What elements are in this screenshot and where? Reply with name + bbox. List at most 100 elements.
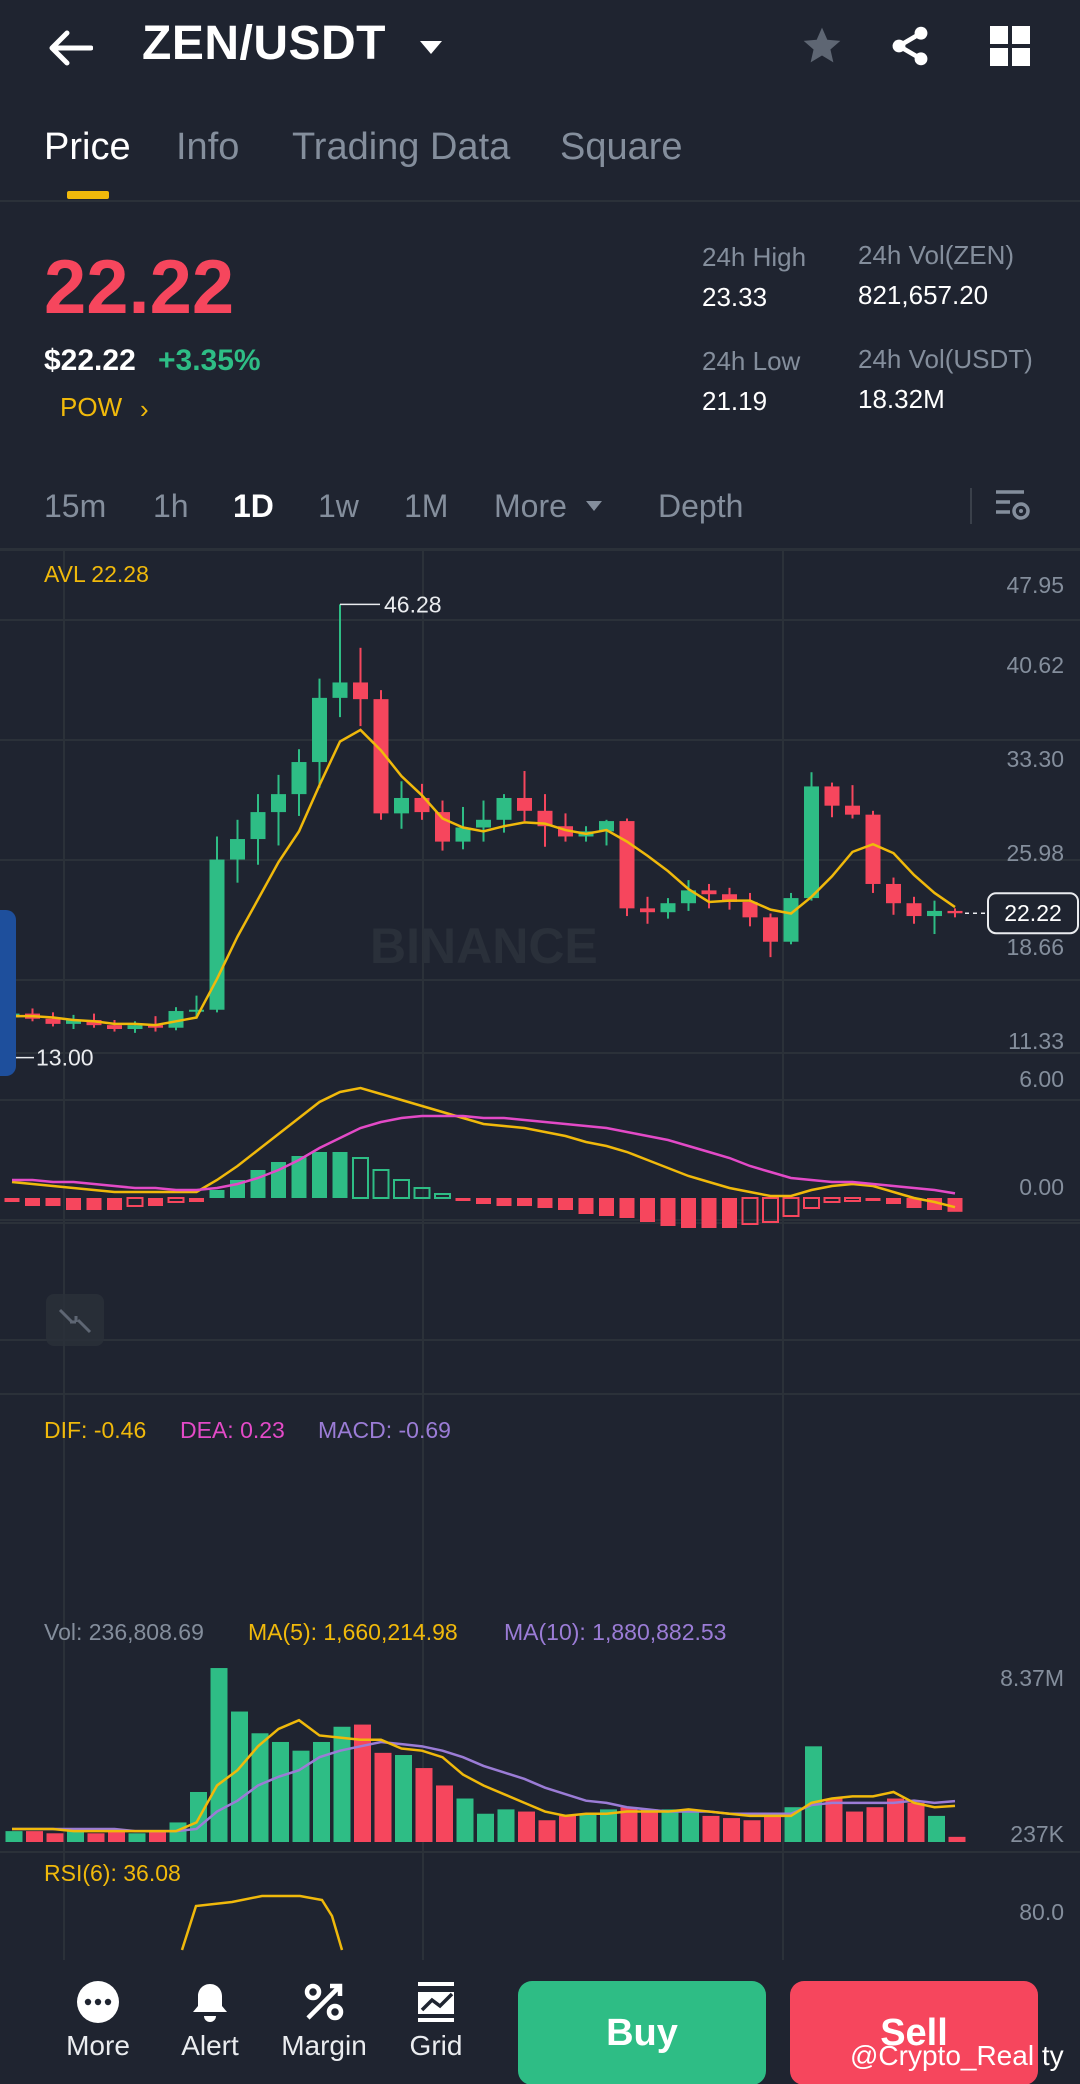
interval-15m[interactable]: 15m xyxy=(44,488,106,525)
candle-body xyxy=(927,910,942,917)
volume-bar xyxy=(661,1809,679,1842)
y-tick-label: 18.66 xyxy=(1006,934,1064,960)
tab-info[interactable]: Info xyxy=(176,126,239,169)
volume-bar xyxy=(887,1798,904,1842)
grid-button[interactable]: Grid xyxy=(386,1978,486,2062)
arrow-left-icon xyxy=(49,30,93,66)
candle-body xyxy=(332,682,348,698)
macd-histogram-bar xyxy=(189,1198,204,1202)
margin-label: Margin xyxy=(281,2030,367,2061)
candle-body xyxy=(845,805,860,815)
top-header: ZEN/USDT xyxy=(0,0,1080,100)
macd-histogram-bar xyxy=(455,1198,471,1201)
high-label: 24h High xyxy=(702,242,807,272)
candle-body xyxy=(107,1025,122,1029)
back-button[interactable] xyxy=(40,18,100,78)
vol-label: Vol: 236,808.69 xyxy=(44,1619,204,1645)
candle-body xyxy=(45,1018,61,1024)
macd-histogram-bar xyxy=(537,1198,553,1208)
margin-button[interactable]: Margin xyxy=(274,1978,374,2062)
interval-1w[interactable]: 1w xyxy=(318,488,359,525)
macd-histogram-bar xyxy=(25,1198,40,1206)
more-dots-icon xyxy=(74,1978,122,2026)
volume-bar xyxy=(67,1831,84,1842)
more-button[interactable]: More xyxy=(48,1978,148,2062)
tab-trading-data[interactable]: Trading Data xyxy=(292,126,510,169)
volume-bar xyxy=(395,1755,412,1842)
avl-label: AVL 22.28 xyxy=(44,561,149,587)
tab-price[interactable]: Price xyxy=(44,126,131,169)
pair-title[interactable]: ZEN/USDT xyxy=(142,16,386,71)
buy-button[interactable]: Buy xyxy=(518,1981,766,2084)
volume-bar xyxy=(907,1802,925,1842)
interval-1h[interactable]: 1h xyxy=(153,488,189,525)
candle-body xyxy=(250,812,266,840)
macd-histogram-bar xyxy=(86,1198,102,1210)
min-price-label: 13.00 xyxy=(36,1045,94,1071)
low-value: 21.19 xyxy=(702,386,768,416)
macd-histogram-bar xyxy=(107,1198,122,1210)
candle-body xyxy=(312,697,327,763)
side-drawer-handle[interactable] xyxy=(0,910,16,1076)
volume-bar xyxy=(866,1807,884,1842)
candle-body xyxy=(865,814,881,884)
alert-button[interactable]: Alert xyxy=(160,1978,260,2062)
macd-histogram-bar xyxy=(66,1198,81,1210)
volume-bar xyxy=(128,1833,146,1842)
volume-bar xyxy=(5,1831,23,1842)
candle-body xyxy=(660,903,676,913)
depth-tab[interactable]: Depth xyxy=(658,488,743,525)
macd-histogram-bar xyxy=(250,1170,266,1198)
volume-bar xyxy=(415,1768,433,1842)
rsi-y-top: 80.0 xyxy=(1019,1899,1064,1925)
macd-histogram-bar xyxy=(681,1198,696,1228)
y-tick-label: 33.30 xyxy=(1006,746,1064,772)
macd-histogram-bar xyxy=(352,1157,369,1199)
macd-histogram-bar xyxy=(517,1198,532,1206)
rsi-line xyxy=(180,1894,344,1951)
volume-bar xyxy=(764,1813,781,1842)
volume-bar xyxy=(149,1831,166,1842)
pow-tag[interactable]: POW xyxy=(60,392,122,423)
high-value: 23.33 xyxy=(702,282,768,312)
interval-1d[interactable]: 1D xyxy=(233,488,274,525)
grid-bot-icon xyxy=(412,1978,460,2026)
macd-histogram-bar xyxy=(701,1198,717,1228)
kline-chart[interactable]: BINANCE AVL 22.28 47.95 40.62 33.30 25.98 18… xyxy=(0,550,1080,1960)
low-label: 24h Low xyxy=(702,346,801,376)
macd-y-zero: 0.00 xyxy=(1019,1174,1064,1200)
chevron-right-icon[interactable]: › xyxy=(140,394,149,425)
bell-icon xyxy=(186,1978,234,2026)
creator-watermark: @Crypto_Real ty xyxy=(850,2040,1064,2071)
vol-y-top: 8.37M xyxy=(1000,1665,1064,1691)
chart-settings-icon[interactable] xyxy=(992,484,1036,528)
tab-square[interactable]: Square xyxy=(560,126,683,169)
share-icon[interactable] xyxy=(880,16,940,76)
macd-histogram-bar xyxy=(126,1197,144,1207)
star-icon[interactable] xyxy=(792,16,852,76)
max-price-label: 46.28 xyxy=(384,591,442,617)
caret-down-icon[interactable] xyxy=(584,498,604,519)
grid-menu-icon[interactable] xyxy=(980,16,1040,76)
macd-histogram-bar xyxy=(209,1190,225,1198)
volume-bar xyxy=(846,1811,863,1842)
candle-body xyxy=(804,786,819,899)
candle-body xyxy=(127,1025,143,1029)
macd-histogram-bar xyxy=(393,1179,410,1199)
macd-histogram-bar xyxy=(803,1197,820,1209)
candle-body xyxy=(291,762,307,795)
volume-bar xyxy=(825,1798,843,1842)
macd-histogram-bar xyxy=(312,1152,327,1198)
macd-histogram-bar xyxy=(619,1198,635,1218)
y-tick-label: 40.62 xyxy=(1006,652,1064,678)
macd-histogram-bar xyxy=(476,1198,491,1204)
macd-histogram-bar xyxy=(823,1197,841,1203)
interval-1m[interactable]: 1M xyxy=(404,488,448,525)
y-tick-label: 11.33 xyxy=(1008,1028,1064,1054)
dea-line xyxy=(12,1114,956,1195)
macd-histogram-bar xyxy=(782,1197,800,1217)
caret-down-icon[interactable] xyxy=(416,32,446,62)
vol-y-bottom: 237K xyxy=(1010,1821,1064,1847)
interval-more[interactable]: More xyxy=(494,488,567,525)
macd-histogram-bar xyxy=(332,1152,348,1198)
